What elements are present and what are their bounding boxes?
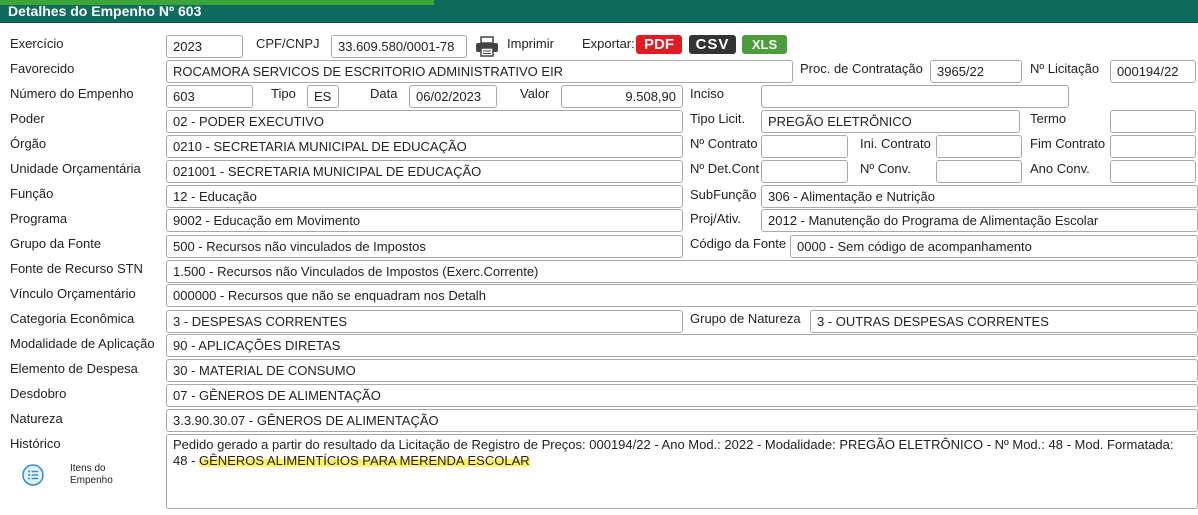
label-exportar: Exportar: <box>582 36 635 51</box>
field-subfuncao[interactable]: 306 - Alimentação e Nutrição <box>761 185 1198 208</box>
field-inciso[interactable] <box>761 85 1069 108</box>
field-num-det-cont[interactable] <box>761 160 848 183</box>
label-valor: Valor <box>520 86 550 101</box>
printer-icon[interactable] <box>475 36 499 58</box>
title-bar: Detalhes do Empenho Nº 603 <box>0 0 1198 23</box>
label-modalidade-aplicacao: Modalidade de Aplicação <box>10 336 155 351</box>
page-title: Detalhes do Empenho Nº 603 <box>8 3 202 19</box>
field-grupo-fonte[interactable]: 500 - Recursos não vinculados de Imposto… <box>166 235 683 258</box>
field-tipo[interactable]: ES <box>307 85 339 108</box>
label-ini-contrato: Ini. Contrato <box>860 136 931 151</box>
label-grupo-natureza: Grupo de Natureza <box>690 311 801 326</box>
label-termo: Termo <box>1030 111 1067 126</box>
field-historico[interactable]: Pedido gerado a partir do resultado da L… <box>166 434 1198 509</box>
label-proj-ativ: Proj/Ativ. <box>690 211 742 226</box>
label-exercicio: Exercício <box>10 36 64 51</box>
field-cpf-cnpj[interactable]: 33.609.580/0001-78 <box>331 35 467 58</box>
field-fim-contrato[interactable] <box>1110 135 1196 158</box>
field-natureza[interactable]: 3.3.90.30.07 - GÊNEROS DE ALIMENTAÇÃO <box>166 409 1198 432</box>
label-codigo-fonte: Código da Fonte <box>690 236 787 251</box>
label-num-contrato: Nº Contrato <box>690 136 758 151</box>
label-fim-contrato: Fim Contrato <box>1030 136 1106 151</box>
field-tipo-licit[interactable]: PREGÃO ELETRÔNICO <box>761 110 1020 133</box>
itens-empenho-link[interactable]: Itens do Empenho <box>70 463 113 487</box>
field-num-conv[interactable] <box>936 160 1022 183</box>
field-valor[interactable]: 9.508,90 <box>561 85 683 108</box>
export-xls-button[interactable]: XLS <box>742 35 787 54</box>
field-programa[interactable]: 9002 - Educação em Movimento <box>166 209 683 232</box>
field-ini-contrato[interactable] <box>936 135 1022 158</box>
itens-empenho-line1: Itens do <box>70 463 106 474</box>
label-ano-conv: Ano Conv. <box>1030 161 1090 176</box>
label-elemento-despesa: Elemento de Despesa <box>10 361 138 376</box>
field-unidade-orcamentaria[interactable]: 021001 - SECRETARIA MUNICIPAL DE EDUCAÇÃ… <box>166 160 683 183</box>
field-poder[interactable]: 02 - PODER EXECUTIVO <box>166 110 683 133</box>
label-inciso: Inciso <box>690 86 724 101</box>
field-proj-ativ[interactable]: 2012 - Manutenção do Programa de Aliment… <box>761 209 1198 232</box>
label-proc-contratacao: Proc. de Contratação <box>800 61 923 76</box>
field-exercicio[interactable]: 2023 <box>166 35 243 58</box>
field-modalidade-aplicacao[interactable]: 90 - APLICAÇÕES DIRETAS <box>166 334 1198 357</box>
field-fonte-recurso-stn[interactable]: 1.500 - Recursos não Vinculados de Impos… <box>166 260 1198 283</box>
label-cpf-cnpj: CPF/CNPJ <box>256 36 320 51</box>
export-csv-button[interactable]: CSV <box>689 35 736 54</box>
list-circle-icon[interactable] <box>22 464 44 486</box>
itens-empenho-line2: Empenho <box>70 475 113 486</box>
label-numero-empenho: Número do Empenho <box>10 86 134 101</box>
historico-highlight: GÊNEROS ALIMENTÍCIOS PARA MERENDA ESCOLA… <box>199 453 530 468</box>
field-favorecido[interactable]: ROCAMORA SERVICOS DE ESCRITORIO ADMINIST… <box>166 60 793 83</box>
field-numero-empenho[interactable]: 603 <box>166 85 253 108</box>
label-categoria-economica: Categoria Econômica <box>10 311 135 326</box>
export-pdf-button[interactable]: PDF <box>636 35 682 54</box>
label-favorecido: Favorecido <box>10 61 75 76</box>
field-funcao[interactable]: 12 - Educação <box>166 185 683 208</box>
field-orgao[interactable]: 0210 - SECRETARIA MUNICIPAL DE EDUCAÇÃO <box>166 135 683 158</box>
field-codigo-fonte[interactable]: 0000 - Sem código de acompanhamento <box>790 235 1198 258</box>
label-programa: Programa <box>10 211 68 226</box>
label-orgao: Órgão <box>10 136 47 151</box>
label-subfuncao: SubFunção <box>690 187 757 202</box>
field-num-contrato[interactable] <box>761 135 848 158</box>
field-ano-conv[interactable] <box>1110 160 1196 183</box>
field-grupo-natureza[interactable]: 3 - OUTRAS DESPESAS CORRENTES <box>810 310 1198 333</box>
field-vinculo-orcamentario[interactable]: 000000 - Recursos que não se enquadram n… <box>166 284 1198 307</box>
print-button-label[interactable]: Imprimir <box>507 36 554 51</box>
label-desdobro: Desdobro <box>10 386 67 401</box>
label-fonte-recurso-stn: Fonte de Recurso STN <box>10 261 143 276</box>
label-tipo: Tipo <box>271 86 296 101</box>
field-termo[interactable] <box>1110 110 1196 133</box>
label-historico: Histórico <box>10 436 61 451</box>
field-desdobro[interactable]: 07 - GÊNEROS DE ALIMENTAÇÃO <box>166 384 1198 407</box>
field-categoria-economica[interactable]: 3 - DESPESAS CORRENTES <box>166 310 683 333</box>
label-grupo-fonte: Grupo da Fonte <box>10 236 102 251</box>
label-num-licitacao: Nº Licitação <box>1030 61 1100 76</box>
label-poder: Poder <box>10 111 45 126</box>
field-elemento-despesa[interactable]: 30 - MATERIAL DE CONSUMO <box>166 359 1198 382</box>
label-unidade-orcamentaria: Unidade Orçamentária <box>10 161 141 176</box>
label-num-det-cont: Nº Det.Cont <box>690 161 760 176</box>
label-data: Data <box>370 86 398 101</box>
label-funcao: Função <box>10 186 54 201</box>
field-data[interactable]: 06/02/2023 <box>409 85 497 108</box>
label-natureza: Natureza <box>10 411 63 426</box>
field-num-licitacao[interactable]: 000194/22 <box>1110 60 1196 83</box>
label-num-conv: Nº Conv. <box>860 161 911 176</box>
label-vinculo-orcamentario: Vínculo Orçamentário <box>10 286 136 301</box>
field-proc-contratacao[interactable]: 3965/22 <box>930 60 1022 83</box>
label-tipo-licit: Tipo Licit. <box>690 111 746 126</box>
